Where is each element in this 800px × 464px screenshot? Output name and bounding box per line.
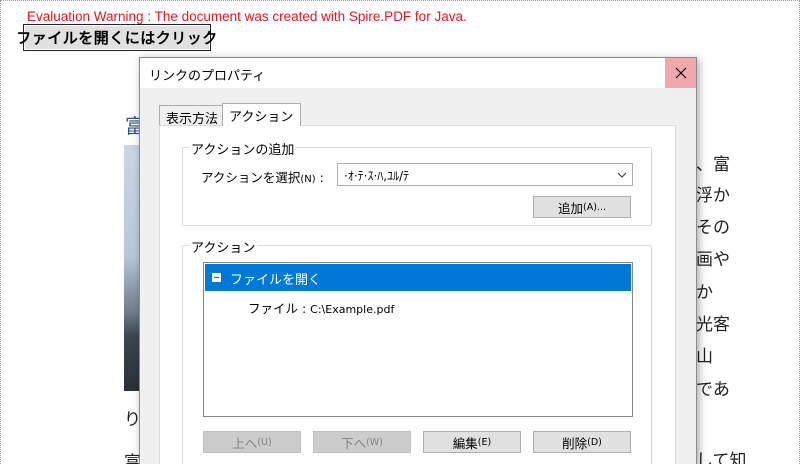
actions-group-label: アクション	[189, 237, 258, 256]
delete-button[interactable]: 削除 (D)	[533, 431, 631, 453]
add-action-group: アクションの追加 アクションを選択(N) : ·ｵ·ﾃ·ｽ·ﾊ,ﾕﾙ/ﾃ 追加(…	[182, 139, 652, 226]
document-text-line: 光客	[696, 315, 730, 335]
add-action-button-label: 追加	[558, 200, 584, 216]
tab-appearance[interactable]: 表示方法	[159, 105, 223, 127]
evaluation-warning: Evaluation Warning : The document was cr…	[27, 9, 467, 24]
document-text-line: か	[696, 283, 713, 303]
move-up-button-label: 上へ	[232, 435, 258, 451]
open-file-link-button[interactable]: ファイルを開くにはクリック	[16, 24, 217, 51]
document-text-line: であ	[696, 380, 730, 400]
select-action-label: アクションを選択(N) :	[201, 167, 324, 186]
document-text-line: 山	[696, 347, 713, 367]
link-properties-dialog: リンクのプロパティ 表示方法 アクション アクションの追加 アクションを選択(N…	[139, 57, 697, 464]
move-down-button[interactable]: 下へ (W)	[313, 431, 411, 453]
document-photo	[124, 145, 140, 391]
tree-item-file-path[interactable]: ファイル : C:\Example.pdf	[248, 298, 394, 317]
document-text-line: 浮か	[696, 186, 730, 206]
document-text-line: 画や	[696, 250, 730, 270]
select-action-mnemonic: (N)	[300, 174, 316, 185]
chevron-down-icon[interactable]	[612, 164, 632, 185]
actions-tab-panel: アクションの追加 アクションを選択(N) : ·ｵ·ﾃ·ｽ·ﾊ,ﾕﾙ/ﾃ 追加(…	[159, 125, 676, 464]
close-button[interactable]	[665, 58, 696, 88]
action-type-select-value: ·ｵ·ﾃ·ｽ·ﾊ,ﾕﾙ/ﾃ	[344, 169, 410, 183]
dialog-title: リンクのプロパティ	[149, 69, 266, 84]
edit-button-label: 編集	[452, 435, 478, 451]
move-up-button[interactable]: 上へ (U)	[203, 431, 301, 453]
delete-button-mnemonic: (D)	[587, 436, 602, 448]
close-icon	[675, 67, 686, 79]
file-path-value: C:\Example.pdf	[310, 303, 395, 316]
add-action-button[interactable]: 追加 (A)...	[533, 196, 631, 218]
move-down-button-mnemonic: (W)	[366, 436, 383, 448]
document-text-line: 、富	[696, 155, 730, 175]
tab-actions[interactable]: アクション	[222, 103, 301, 126]
tree-item-open-file[interactable]: ファイルを開く	[205, 264, 631, 291]
actions-tree[interactable]: ファイルを開く ファイル : C:\Example.pdf	[203, 262, 633, 417]
edit-button[interactable]: 編集 (E)	[423, 431, 521, 453]
add-action-group-label: アクションの追加	[189, 139, 297, 158]
document-text-line: して知	[696, 451, 747, 464]
collapse-icon[interactable]	[212, 273, 221, 282]
tree-item-open-file-label: ファイルを開く	[230, 273, 322, 288]
move-up-button-mnemonic: (U)	[257, 436, 272, 448]
delete-button-label: 削除	[562, 435, 588, 451]
edit-button-mnemonic: (E)	[477, 436, 492, 448]
select-action-label-text: アクションを選択	[201, 170, 301, 185]
file-path-prefix: ファイル :	[248, 301, 311, 316]
document-text-line: その	[696, 218, 730, 238]
add-action-button-mnemonic: (A)...	[583, 201, 606, 213]
actions-group: アクション ファイルを開く ファイル : C:\Example.pdf 上へ (U…	[182, 237, 652, 464]
move-down-button-label: 下へ	[341, 435, 367, 451]
action-type-select[interactable]: ·ｵ·ﾃ·ｽ·ﾊ,ﾕﾙ/ﾃ	[337, 163, 633, 186]
select-action-colon: :	[319, 170, 324, 185]
dialog-titlebar[interactable]: リンクのプロパティ	[140, 58, 696, 88]
